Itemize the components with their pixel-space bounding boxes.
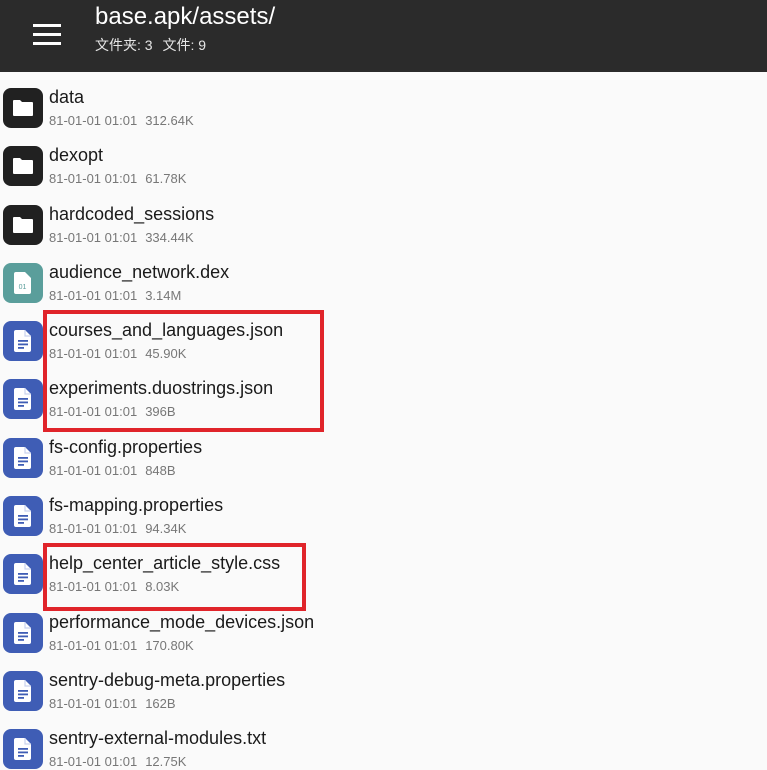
file-date: 81-01-01 01:01 [49, 346, 138, 362]
file-size: 848B [145, 462, 176, 478]
file-size: 3.14M [145, 287, 182, 303]
file-size: 45.90K [145, 346, 187, 362]
file-size: 170.80K [145, 637, 194, 653]
file-date: 81-01-01 01:01 [49, 113, 138, 128]
file-size: 8.03K [145, 579, 180, 595]
file-manager-screen: base.apk/assets/ 文件夹: 3 文件: 9 data 81-01-… [0, 0, 767, 770]
document-icon [3, 554, 43, 595]
file-date: 81-01-01 01:01 [49, 521, 138, 537]
file-date: 81-01-01 01:01 [49, 695, 138, 711]
file-list-item[interactable]: fs-config.properties 81-01-01 01:01 848B [0, 422, 767, 480]
file-size: 94.34K [145, 521, 187, 537]
svg-text:01: 01 [19, 284, 27, 291]
top-app-bar: base.apk/assets/ 文件夹: 3 文件: 9 [0, 0, 767, 72]
file-size: 334.44K [145, 229, 194, 245]
file-list-item[interactable]: data 81-01-01 01:01 312.64K [0, 72, 767, 130]
document-icon [3, 379, 43, 420]
folder-icon [3, 88, 43, 128]
file-meta: 81-01-01 01:01 61.78K [49, 170, 186, 187]
folder-icon [3, 146, 43, 187]
file-name: sentry-external-modules.txt [49, 728, 267, 749]
document-icon [3, 496, 43, 537]
file-date: 81-01-01 01:01 [49, 754, 138, 770]
file-list: data 81-01-01 01:01 312.64K dexopt 81-01-01 … [0, 72, 767, 770]
file-meta: 81-01-01 01:01 334.44K [49, 229, 194, 246]
file-list-item[interactable]: help_center_article_style.css 81-01-01 01… [0, 538, 767, 596]
binary-file-icon: 01 [3, 262, 43, 303]
file-name: fs-config.properties [49, 436, 203, 457]
file-name: audience_network.dex [49, 261, 230, 282]
file-meta: 81-01-01 01:01 170.80K [49, 637, 194, 654]
directory-summary: 文件夹: 3 文件: 9 [95, 35, 212, 55]
file-meta: 81-01-01 01:01 3.14M [49, 287, 181, 304]
current-path-title: base.apk/assets/ [95, 3, 276, 30]
file-name: courses_and_languages.json [49, 320, 284, 341]
file-list-item[interactable]: experiments.duostrings.json 81-01-01 01:0… [0, 363, 767, 421]
file-list-item[interactable]: sentry-external-modules.txt 81-01-01 01:0… [0, 713, 767, 770]
file-date: 81-01-01 01:01 [49, 171, 138, 187]
file-meta: 81-01-01 01:01 94.34K [49, 520, 186, 537]
file-list-item[interactable]: fs-mapping.properties 81-01-01 01:01 94.34… [0, 480, 767, 538]
folder-count: 文件夹: 3 [95, 37, 153, 53]
file-name: performance_mode_devices.json [49, 611, 315, 632]
file-size: 162B [145, 695, 176, 711]
file-meta: 81-01-01 01:01 848B [49, 462, 176, 479]
file-name: sentry-debug-meta.properties [49, 669, 286, 690]
file-date: 81-01-01 01:01 [49, 579, 138, 595]
document-icon [3, 612, 43, 653]
file-size: 396B [145, 404, 176, 420]
file-name: help_center_article_style.css [49, 553, 281, 574]
file-meta: 81-01-01 01:01 12.75K [49, 753, 186, 770]
file-name: experiments.duostrings.json [49, 378, 274, 399]
file-name: hardcoded_sessions [49, 203, 215, 224]
file-size: 12.75K [145, 754, 187, 770]
document-icon [3, 321, 43, 362]
document-icon [3, 670, 43, 711]
file-size: 312.64K [145, 113, 194, 128]
file-date: 81-01-01 01:01 [49, 229, 138, 245]
folder-icon [3, 204, 43, 245]
file-meta: 81-01-01 01:01 45.90K [49, 345, 186, 362]
file-count: 文件: 9 [162, 37, 207, 53]
file-meta: 81-01-01 01:01 8.03K [49, 578, 179, 595]
file-date: 81-01-01 01:01 [49, 637, 138, 653]
file-meta: 81-01-01 01:01 312.64K [49, 112, 194, 129]
file-name: data [49, 87, 85, 107]
file-name: fs-mapping.properties [49, 495, 224, 516]
file-size: 61.78K [145, 171, 187, 187]
file-list-item[interactable]: hardcoded_sessions 81-01-01 01:01 334.44K [0, 189, 767, 247]
file-date: 81-01-01 01:01 [49, 287, 138, 303]
menu-button[interactable] [24, 12, 70, 58]
hamburger-menu-icon [33, 24, 61, 45]
file-meta: 81-01-01 01:01 162B [49, 695, 176, 712]
file-list-item[interactable]: performance_mode_devices.json 81-01-01 01… [0, 597, 767, 655]
file-date: 81-01-01 01:01 [49, 404, 138, 420]
document-icon [3, 437, 43, 478]
file-list-item[interactable]: 01 audience_network.dex 81-01-01 01:01 3.14… [0, 247, 767, 305]
file-list-item[interactable]: sentry-debug-meta.properties 81-01-01 01:… [0, 655, 767, 713]
file-list-item[interactable]: courses_and_languages.json 81-01-01 01:01… [0, 305, 767, 363]
file-name: dexopt [49, 145, 104, 166]
file-meta: 81-01-01 01:01 396B [49, 403, 176, 420]
file-list-item[interactable]: dexopt 81-01-01 01:01 61.78K [0, 130, 767, 188]
file-date: 81-01-01 01:01 [49, 462, 138, 478]
document-icon [3, 729, 43, 770]
